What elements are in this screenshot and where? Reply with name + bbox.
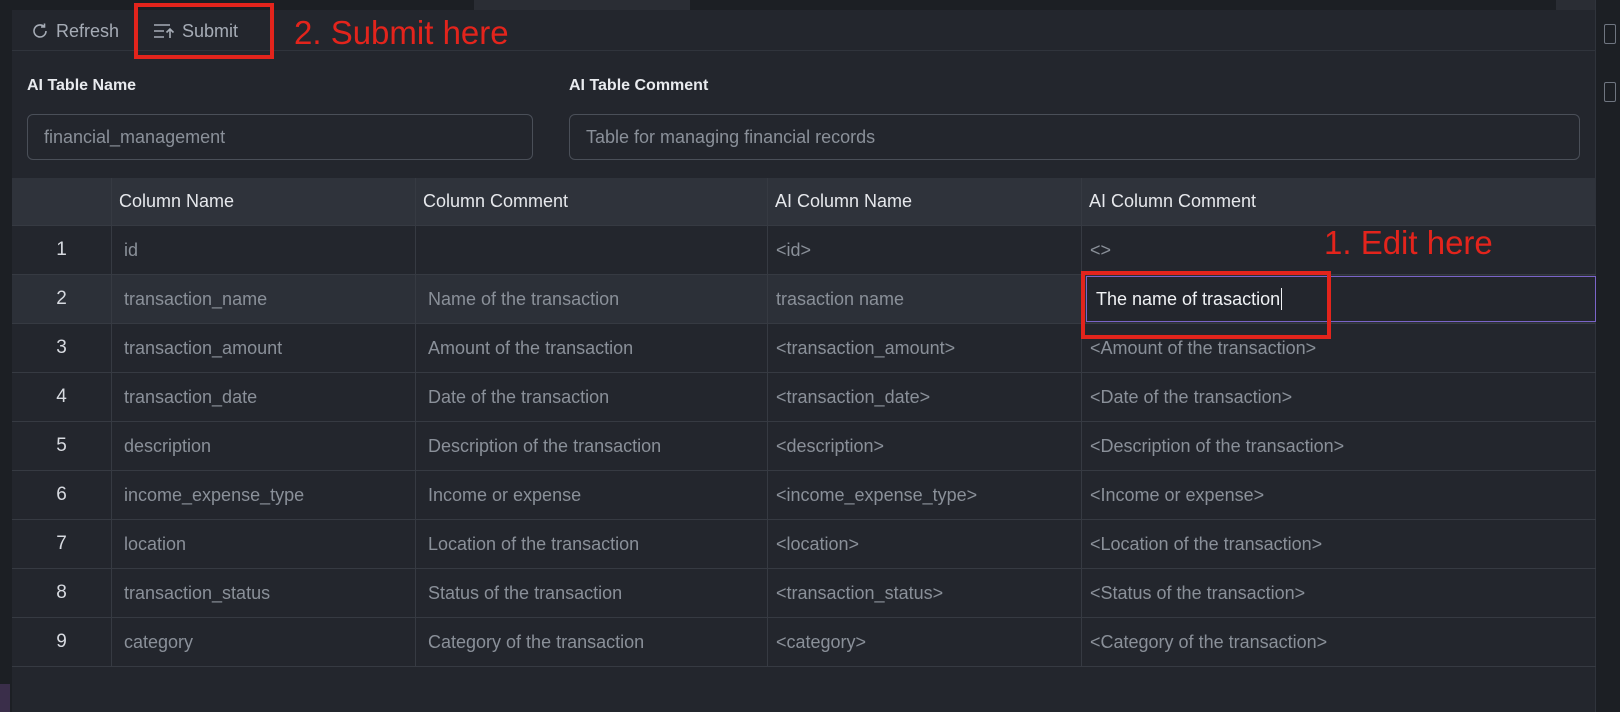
column-name-cell: category: [112, 618, 416, 666]
row-index: 6: [12, 471, 112, 519]
right-side-panel: [1595, 0, 1620, 712]
column-comment-cell: Name of the transaction: [416, 275, 768, 323]
ai-column-comment-cell[interactable]: <Amount of the transaction>: [1082, 324, 1596, 372]
ai-column-name-cell[interactable]: <transaction_date>: [768, 373, 1082, 421]
header-column-comment[interactable]: Column Comment: [416, 178, 768, 225]
clipboard-icon[interactable]: [1604, 24, 1616, 44]
column-name-cell: transaction_status: [112, 569, 416, 617]
ai-column-name-cell[interactable]: <transaction_status>: [768, 569, 1082, 617]
row-index: 7: [12, 520, 112, 568]
column-name-cell: transaction_amount: [112, 324, 416, 372]
column-name-cell: location: [112, 520, 416, 568]
row-index: 5: [12, 422, 112, 470]
submit-icon: [154, 24, 175, 38]
row-index: 3: [12, 324, 112, 372]
table-row: 4 transaction_date Date of the transacti…: [12, 373, 1596, 422]
submit-label: Submit: [182, 20, 239, 41]
column-name-cell: transaction_date: [112, 373, 416, 421]
header-ai-column-name[interactable]: AI Column Name: [768, 178, 1082, 225]
ai-column-comment-cell[interactable]: <Description of the transaction>: [1082, 422, 1596, 470]
ai-column-name-cell[interactable]: <category>: [768, 618, 1082, 666]
column-name-cell: description: [112, 422, 416, 470]
table-row-selected: 2 transaction_name Name of the transacti…: [12, 275, 1596, 324]
row-index: 4: [12, 373, 112, 421]
refresh-button[interactable]: Refresh: [30, 18, 119, 44]
table-name-label: AI Table Name: [27, 77, 137, 94]
refresh-icon: [33, 23, 47, 38]
ai-column-comment-editor[interactable]: The name of trasaction: [1086, 276, 1596, 322]
row-index: 2: [12, 275, 112, 323]
ai-column-name-cell[interactable]: <location>: [768, 520, 1082, 568]
tab-left[interactable]: [12, 0, 474, 10]
ai-column-name-cell[interactable]: trasaction name: [768, 275, 1082, 323]
table-row: 3 transaction_amount Amount of the trans…: [12, 324, 1596, 373]
column-comment-cell: Date of the transaction: [416, 373, 768, 421]
ai-column-name-cell[interactable]: <transaction_amount>: [768, 324, 1082, 372]
ai-column-comment-cell[interactable]: <Income or expense>: [1082, 471, 1596, 519]
tab-right[interactable]: [690, 0, 1556, 10]
refresh-label: Refresh: [56, 20, 120, 41]
column-comment-cell: Income or expense: [416, 471, 768, 519]
ai-column-comment-cell[interactable]: <Status of the transaction>: [1082, 569, 1596, 617]
ai-column-comment-cell[interactable]: <Date of the transaction>: [1082, 373, 1596, 421]
editor-text: The name of trasaction: [1096, 288, 1281, 309]
toolbar: Refresh Submit: [12, 10, 1596, 51]
column-comment-cell: Description of the transaction: [416, 422, 768, 470]
submit-annotation: 2. Submit here: [294, 14, 509, 51]
column-comment-cell: Category of the transaction: [416, 618, 768, 666]
column-name-cell: id: [112, 226, 416, 274]
document-icon[interactable]: [1604, 82, 1616, 102]
table-comment-input[interactable]: [569, 114, 1580, 160]
row-index: 9: [12, 618, 112, 666]
gutter-accent: [0, 684, 10, 712]
left-gutter: [0, 0, 12, 712]
submit-button[interactable]: Submit: [152, 18, 238, 44]
table-row: 7 location Location of the transaction <…: [12, 520, 1596, 569]
header-ai-column-comment[interactable]: AI Column Comment: [1082, 178, 1596, 225]
header-column-name[interactable]: Column Name: [112, 178, 416, 225]
ai-column-name-cell[interactable]: <description>: [768, 422, 1082, 470]
table-comment-label: AI Table Comment: [569, 77, 709, 94]
ai-column-comment-cell[interactable]: <Category of the transaction>: [1082, 618, 1596, 666]
table-row: 5 description Description of the transac…: [12, 422, 1596, 471]
column-name-cell: income_expense_type: [112, 471, 416, 519]
ai-column-name-cell[interactable]: <income_expense_type>: [768, 471, 1082, 519]
column-comment-cell: Amount of the transaction: [416, 324, 768, 372]
table-row: 8 transaction_status Status of the trans…: [12, 569, 1596, 618]
table-header-row: Column Name Column Comment AI Column Nam…: [12, 178, 1596, 226]
row-index: 8: [12, 569, 112, 617]
ai-column-name-cell[interactable]: <id>: [768, 226, 1082, 274]
edit-annotation: 1. Edit here: [1324, 224, 1493, 261]
header-index: [12, 178, 112, 225]
row-index: 1: [12, 226, 112, 274]
table-name-input[interactable]: [27, 114, 533, 160]
table-row: 6 income_expense_type Income or expense …: [12, 471, 1596, 520]
table-row: 9 category Category of the transaction <…: [12, 618, 1596, 667]
column-name-cell: transaction_name: [112, 275, 416, 323]
text-caret: [1281, 288, 1283, 310]
ai-column-comment-cell[interactable]: <Location of the transaction>: [1082, 520, 1596, 568]
column-comment-cell: Location of the transaction: [416, 520, 768, 568]
tab-strip: [12, 0, 1596, 10]
column-comment-cell: [416, 226, 768, 274]
column-comment-cell: Status of the transaction: [416, 569, 768, 617]
